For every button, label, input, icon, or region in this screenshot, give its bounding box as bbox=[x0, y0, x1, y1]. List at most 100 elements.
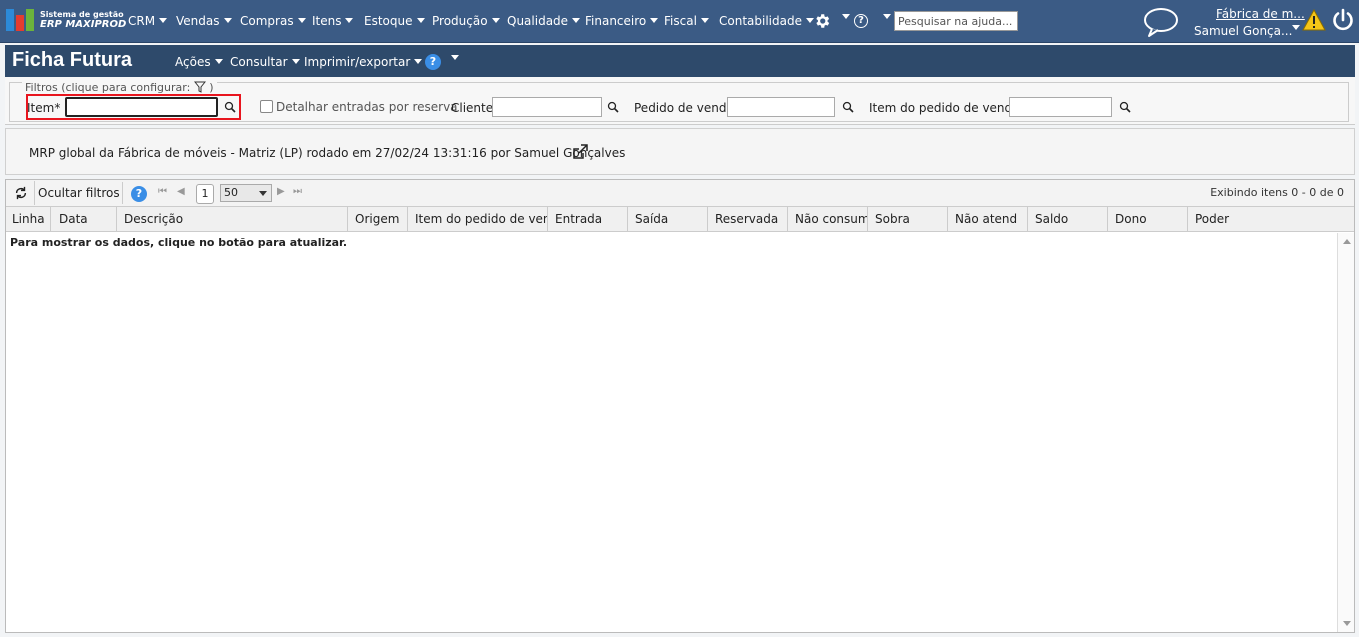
warning-icon[interactable] bbox=[1302, 9, 1326, 31]
data-grid: Ocultar filtros ? ⏮ ◀ 1 50 ▶ ⏭ Exibindo … bbox=[5, 179, 1355, 633]
search-icon[interactable] bbox=[1119, 101, 1131, 113]
menu-consultar[interactable]: Consultar bbox=[230, 55, 300, 69]
sales-order-item-label: Item do pedido de venda bbox=[869, 101, 1020, 115]
column-header[interactable]: Sobra bbox=[869, 207, 948, 232]
column-header[interactable]: Descrição bbox=[118, 207, 348, 232]
chevron-down-icon bbox=[259, 191, 267, 196]
filters-panel: Filtros (clique para configurar: ) Item*… bbox=[5, 77, 1355, 125]
menu-label: Produção bbox=[432, 14, 488, 28]
client-input[interactable] bbox=[492, 97, 602, 117]
chevron-down-icon[interactable] bbox=[883, 14, 891, 19]
page-size-select[interactable]: 50 bbox=[220, 184, 272, 202]
search-icon[interactable] bbox=[607, 101, 619, 113]
refresh-button[interactable] bbox=[7, 181, 35, 205]
chevron-down-icon bbox=[414, 59, 423, 64]
column-header[interactable]: Não consum bbox=[789, 207, 868, 232]
chevron-down-icon[interactable] bbox=[1292, 25, 1300, 30]
chevron-down-icon bbox=[159, 18, 168, 23]
chevron-down-icon bbox=[291, 59, 300, 64]
user-name[interactable]: Samuel Gonça... bbox=[1194, 24, 1292, 38]
item-label: Item* bbox=[27, 101, 61, 115]
page-title: Ficha Futura bbox=[12, 49, 133, 71]
menu-contabilidade[interactable]: Contabilidade bbox=[719, 14, 814, 28]
reserve-label: Detalhar entradas por reserva bbox=[276, 100, 458, 114]
gear-icon[interactable] bbox=[813, 12, 831, 30]
table-header: Linha Data Descrição Origem Item do pedi… bbox=[6, 207, 1354, 232]
menu-imprimir-exportar[interactable]: Imprimir/exportar bbox=[304, 55, 423, 69]
column-header[interactable]: Saldo bbox=[1029, 207, 1108, 232]
items-count: Exibindo itens 0 - 0 de 0 bbox=[1210, 186, 1344, 199]
column-header[interactable]: Poder bbox=[1189, 207, 1354, 232]
chevron-down-icon bbox=[416, 18, 425, 23]
company-link[interactable]: Fábrica de m... bbox=[1216, 7, 1305, 21]
hide-filters-button[interactable]: Ocultar filtros bbox=[38, 186, 120, 200]
page-header: Ficha Futura Ações Consultar Imprimir/ex… bbox=[5, 45, 1355, 77]
menu-label: Estoque bbox=[364, 14, 413, 28]
chevron-down-icon bbox=[345, 18, 354, 23]
chat-icon[interactable] bbox=[1143, 6, 1179, 38]
column-header[interactable]: Dono bbox=[1109, 207, 1188, 232]
maxiprod-logo[interactable] bbox=[6, 9, 34, 31]
column-header[interactable]: Linha bbox=[6, 207, 51, 232]
page-size-value: 50 bbox=[224, 186, 238, 199]
search-icon[interactable] bbox=[224, 101, 236, 113]
column-header[interactable]: Origem bbox=[349, 207, 408, 232]
filter-icon[interactable] bbox=[193, 81, 206, 93]
help-icon[interactable]: ? bbox=[131, 186, 147, 202]
menu-acoes[interactable]: Ações bbox=[175, 55, 223, 69]
filters-legend-text: Filtros (clique para configurar: bbox=[25, 81, 191, 94]
chevron-down-icon[interactable] bbox=[842, 14, 850, 19]
mrp-info-bar: MRP global da Fábrica de móveis - Matriz… bbox=[5, 128, 1355, 175]
menu-compras[interactable]: Compras bbox=[240, 14, 306, 28]
chevron-down-icon[interactable] bbox=[451, 55, 459, 60]
client-label: Cliente bbox=[451, 101, 494, 115]
column-header[interactable]: Data bbox=[53, 207, 117, 232]
column-header[interactable]: Saída bbox=[629, 207, 708, 232]
search-icon[interactable] bbox=[842, 101, 854, 113]
menu-estoque[interactable]: Estoque bbox=[364, 14, 425, 28]
sales-order-label: Pedido de venda bbox=[634, 101, 734, 115]
help-icon[interactable]: ? bbox=[854, 14, 868, 28]
menu-label: Compras bbox=[240, 14, 294, 28]
menu-label: Contabilidade bbox=[719, 14, 802, 28]
toolbar-divider bbox=[122, 182, 123, 204]
menu-crm[interactable]: CRM bbox=[128, 14, 168, 28]
chevron-down-icon bbox=[491, 18, 500, 23]
menu-fiscal[interactable]: Fiscal bbox=[664, 14, 709, 28]
scroll-up-icon[interactable] bbox=[1343, 239, 1351, 244]
filters-legend[interactable]: Filtros (clique para configurar: ) bbox=[22, 81, 217, 94]
page-number-input[interactable]: 1 bbox=[196, 184, 214, 204]
item-input[interactable] bbox=[65, 97, 218, 117]
sales-order-item-input[interactable] bbox=[1009, 97, 1112, 117]
brand-subtitle: Sistema de gestão bbox=[40, 10, 124, 19]
next-page-icon[interactable]: ▶ bbox=[277, 186, 285, 197]
filters-legend-close: ) bbox=[209, 81, 214, 94]
power-icon[interactable] bbox=[1331, 8, 1355, 32]
last-page-icon[interactable]: ⏭ bbox=[293, 186, 302, 197]
chevron-down-icon bbox=[297, 18, 306, 23]
empty-grid-message: Para mostrar os dados, clique no botão p… bbox=[10, 236, 348, 249]
help-search-input[interactable] bbox=[894, 11, 1018, 31]
vertical-scrollbar[interactable] bbox=[1337, 233, 1354, 632]
chevron-down-icon bbox=[214, 59, 223, 64]
menu-vendas[interactable]: Vendas bbox=[176, 14, 232, 28]
menu-producao[interactable]: Produção bbox=[432, 14, 500, 28]
column-header[interactable]: Entrada bbox=[549, 207, 628, 232]
help-icon[interactable]: ? bbox=[425, 54, 441, 70]
menu-itens[interactable]: Itens bbox=[312, 14, 354, 28]
first-page-icon[interactable]: ⏮ bbox=[158, 186, 167, 197]
menu-label: Qualidade bbox=[507, 14, 569, 28]
reserve-checkbox[interactable] bbox=[260, 100, 273, 113]
menu-label: Vendas bbox=[176, 14, 220, 28]
column-header[interactable]: Item do pedido de venda bbox=[409, 207, 548, 232]
grid-toolbar: Ocultar filtros ? ⏮ ◀ 1 50 ▶ ⏭ Exibindo … bbox=[6, 180, 1354, 207]
scroll-down-icon[interactable] bbox=[1343, 621, 1351, 626]
menu-qualidade[interactable]: Qualidade bbox=[507, 14, 581, 28]
previous-page-icon[interactable]: ◀ bbox=[177, 186, 185, 197]
external-link-icon[interactable] bbox=[572, 144, 588, 160]
sales-order-input[interactable] bbox=[727, 97, 835, 117]
chevron-down-icon bbox=[700, 18, 709, 23]
menu-financeiro[interactable]: Financeiro bbox=[585, 14, 659, 28]
column-header[interactable]: Reservada bbox=[709, 207, 788, 232]
column-header[interactable]: Não atend bbox=[949, 207, 1028, 232]
